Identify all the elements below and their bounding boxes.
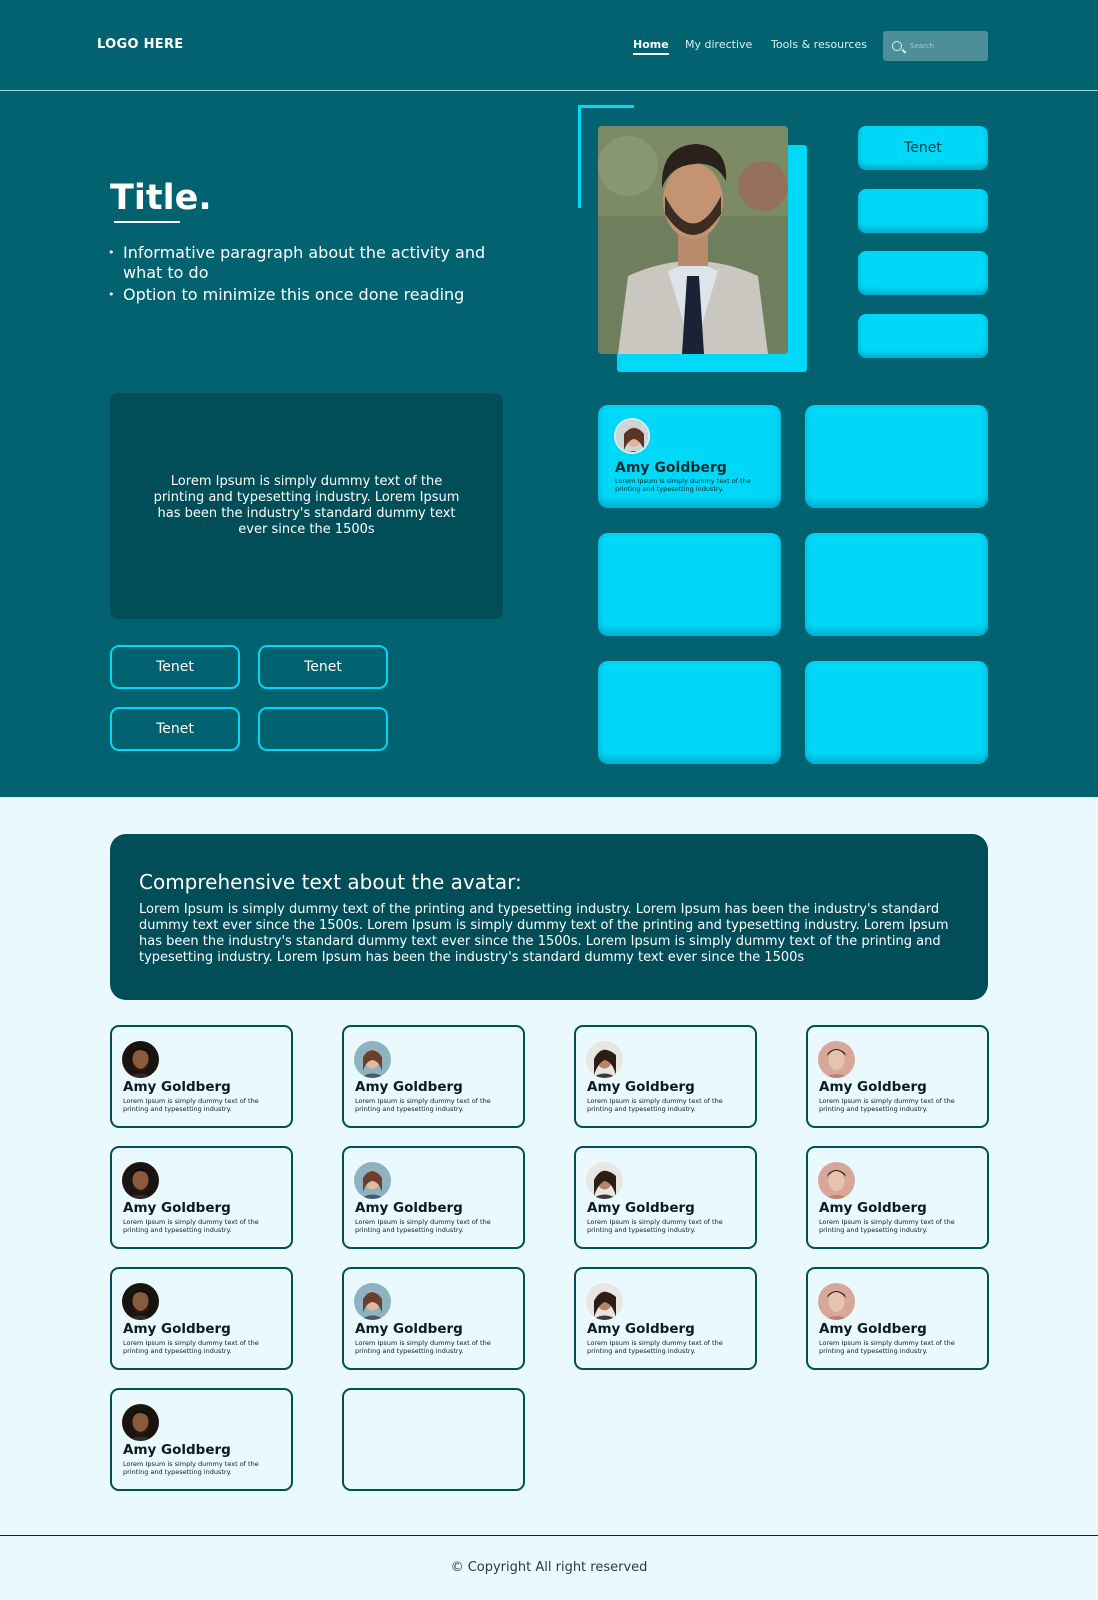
avatar [818, 1162, 855, 1199]
info-box: Lorem Ipsum is simply dummy text of the … [110, 393, 503, 619]
bullet-item: Informative paragraph about the activity… [108, 243, 488, 283]
avatar [354, 1041, 391, 1078]
profile-card[interactable]: Amy Goldberg Lorem Ipsum is simply dummy … [110, 1267, 293, 1370]
avatar [122, 1041, 159, 1078]
empty-tile[interactable] [805, 533, 988, 636]
profile-card[interactable]: Amy Goldberg Lorem Ipsum is simply dummy … [574, 1025, 757, 1128]
profile-card[interactable]: Amy Goldberg Lorem Ipsum is simply dummy … [342, 1146, 525, 1249]
profile-name: Amy Goldberg [123, 1200, 231, 1216]
avatar [354, 1162, 391, 1199]
search-box[interactable] [883, 31, 988, 61]
title-underline [114, 221, 180, 223]
profile-description: Lorem Ipsum is simply dummy text of the … [819, 1097, 955, 1113]
about-heading: Comprehensive text about the avatar: [139, 870, 522, 894]
logo[interactable]: LOGO HERE [97, 37, 183, 52]
empty-tile[interactable] [805, 405, 988, 508]
avatar [586, 1041, 623, 1078]
tenet-button[interactable]: Tenet [110, 645, 240, 689]
profile-name: Amy Goldberg [615, 460, 727, 476]
profile-name: Amy Goldberg [123, 1079, 231, 1095]
avatar [586, 1162, 623, 1199]
empty-outline-button[interactable] [258, 707, 388, 751]
search-input[interactable] [910, 42, 980, 50]
profile-name: Amy Goldberg [587, 1079, 695, 1095]
featured-profile-tile[interactable]: Amy Goldberg Lorem Ipsum is simply dummy… [598, 405, 781, 508]
profile-description: Lorem Ipsum is simply dummy text of the … [355, 1339, 491, 1355]
about-avatar-panel: Comprehensive text about the avatar: Lor… [110, 834, 988, 1000]
profile-description: Lorem Ipsum is simply dummy text of the … [587, 1097, 723, 1113]
nav-my-directive[interactable]: My directive [685, 38, 752, 51]
side-button-4[interactable] [858, 314, 988, 358]
empty-tile[interactable] [598, 533, 781, 636]
profile-description: Lorem Ipsum is simply dummy text of the … [123, 1218, 259, 1234]
profile-name: Amy Goldberg [355, 1079, 463, 1095]
page-title: Title. [110, 178, 212, 218]
profile-card[interactable]: Amy Goldberg Lorem Ipsum is simply dummy … [110, 1388, 293, 1491]
profile-description: Lorem Ipsum is simply dummy text of the … [123, 1460, 259, 1476]
tenet-button[interactable]: Tenet [258, 645, 388, 689]
avatar [122, 1283, 159, 1320]
profile-description: Lorem Ipsum is simply dummy text of the … [355, 1097, 491, 1113]
empty-tile[interactable] [598, 661, 781, 764]
avatar [614, 418, 650, 454]
profile-card[interactable]: Amy Goldberg Lorem Ipsum is simply dummy … [574, 1146, 757, 1249]
info-box-text: Lorem Ipsum is simply dummy text of the … [153, 474, 460, 537]
about-body: Lorem Ipsum is simply dummy text of the … [139, 902, 949, 965]
profile-name: Amy Goldberg [587, 1321, 695, 1337]
profile-description: Lorem Ipsum is simply dummy text of the … [587, 1218, 723, 1234]
avatar [122, 1404, 159, 1441]
profile-card[interactable]: Amy Goldberg Lorem Ipsum is simply dummy … [110, 1146, 293, 1249]
profile-name: Amy Goldberg [819, 1321, 927, 1337]
profile-card[interactable]: Amy Goldberg Lorem Ipsum is simply dummy … [342, 1025, 525, 1128]
profile-card[interactable]: Amy Goldberg Lorem Ipsum is simply dummy … [806, 1267, 989, 1370]
profile-name: Amy Goldberg [123, 1442, 231, 1458]
profile-photo [598, 126, 788, 354]
profile-card[interactable]: Amy Goldberg Lorem Ipsum is simply dummy … [574, 1267, 757, 1370]
profile-name: Amy Goldberg [355, 1200, 463, 1216]
copyright-text: © Copyright All right reserved [450, 1560, 648, 1575]
profile-name: Amy Goldberg [355, 1321, 463, 1337]
tenet-button[interactable]: Tenet [858, 126, 988, 170]
empty-tile[interactable] [805, 661, 988, 764]
profile-name: Amy Goldberg [123, 1321, 231, 1337]
empty-profile-card[interactable] [342, 1388, 525, 1491]
profile-description: Lorem Ipsum is simply dummy text of the … [123, 1097, 259, 1113]
profile-card[interactable]: Amy Goldberg Lorem Ipsum is simply dummy … [806, 1146, 989, 1249]
side-button-3[interactable] [858, 251, 988, 295]
top-nav-bar: LOGO HERE Home My directive Tools & reso… [0, 0, 1098, 91]
profile-name: Amy Goldberg [819, 1200, 927, 1216]
profile-description: Lorem Ipsum is simply dummy text of the … [615, 477, 751, 493]
photo-frame-accent [578, 105, 634, 108]
nav-tools-resources[interactable]: Tools & resources [771, 38, 867, 51]
avatar [818, 1283, 855, 1320]
bullet-item: Option to minimize this once done readin… [108, 285, 488, 305]
search-icon [892, 41, 902, 51]
profile-name: Amy Goldberg [819, 1079, 927, 1095]
avatar [354, 1283, 391, 1320]
profile-description: Lorem Ipsum is simply dummy text of the … [355, 1218, 491, 1234]
profile-description: Lorem Ipsum is simply dummy text of the … [587, 1339, 723, 1355]
profile-description: Lorem Ipsum is simply dummy text of the … [819, 1339, 955, 1355]
avatar [586, 1283, 623, 1320]
intro-bullets: Informative paragraph about the activity… [108, 243, 488, 307]
side-button-2[interactable] [858, 189, 988, 233]
profile-card[interactable]: Amy Goldberg Lorem Ipsum is simply dummy … [342, 1267, 525, 1370]
avatar [122, 1162, 159, 1199]
avatar [818, 1041, 855, 1078]
profile-description: Lorem Ipsum is simply dummy text of the … [123, 1339, 259, 1355]
profile-description: Lorem Ipsum is simply dummy text of the … [819, 1218, 955, 1234]
tenet-button[interactable]: Tenet [110, 707, 240, 751]
profile-card[interactable]: Amy Goldberg Lorem Ipsum is simply dummy … [806, 1025, 989, 1128]
profile-card[interactable]: Amy Goldberg Lorem Ipsum is simply dummy … [110, 1025, 293, 1128]
footer-divider [0, 1535, 1098, 1536]
nav-home[interactable]: Home [633, 38, 669, 55]
profile-name: Amy Goldberg [587, 1200, 695, 1216]
photo-frame-accent [578, 105, 581, 208]
